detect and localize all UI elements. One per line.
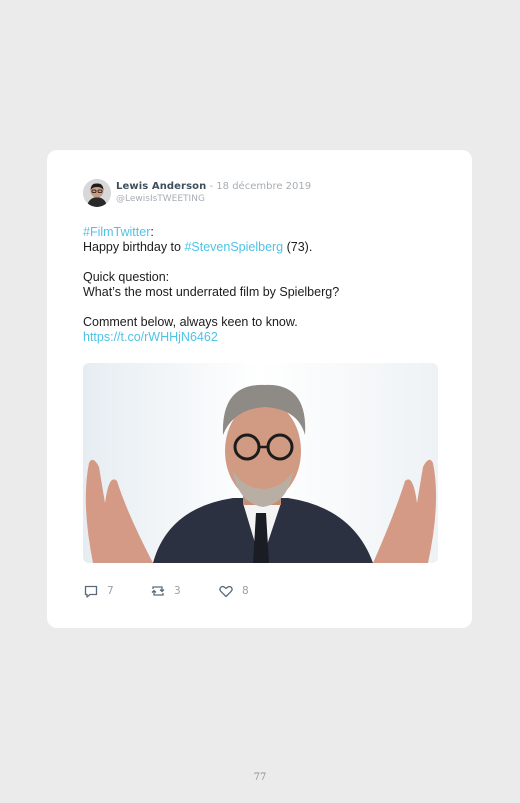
author-handle[interactable]: @LewisIsTWEETING [116, 193, 311, 206]
author-avatar[interactable] [83, 179, 111, 207]
birthday-text: Happy birthday to [83, 240, 185, 254]
comment-text: Comment below, always keen to know. [83, 315, 298, 329]
tweet-paragraph-3: Comment below, always keen to know. http… [83, 315, 443, 345]
retweet-button[interactable]: 3 [150, 583, 181, 599]
colon-text: : [150, 225, 154, 239]
like-button[interactable]: 8 [218, 583, 249, 599]
page-number: 77 [253, 772, 267, 783]
like-icon [219, 585, 233, 598]
reply-count: 7 [107, 585, 114, 597]
retweet-icon [151, 586, 165, 596]
tweet-body: #FilmTwitter: Happy birthday to #StevenS… [83, 225, 443, 360]
question-text: What’s the most underrated film by Spiel… [83, 285, 340, 299]
tweet-link[interactable]: https://t.co/rWHHjN6462 [83, 330, 218, 344]
tweet-media-image[interactable] [83, 363, 438, 563]
tweet-paragraph-1: #FilmTwitter: Happy birthday to #StevenS… [83, 225, 443, 255]
tweet-date[interactable]: 18 décembre 2019 [216, 181, 311, 192]
hashtag-filmtwitter[interactable]: #FilmTwitter [83, 225, 150, 239]
spielberg-photo [83, 363, 438, 563]
author-name[interactable]: Lewis Anderson [116, 181, 206, 192]
question-label: Quick question: [83, 270, 170, 284]
retweet-count: 3 [174, 585, 181, 597]
tweet-paragraph-2: Quick question: What’s the most underrat… [83, 270, 443, 300]
like-count: 8 [242, 585, 249, 597]
tweet-card: Lewis Anderson - 18 décembre 2019 @Lewis… [47, 150, 472, 628]
avatar-image [83, 179, 111, 207]
hashtag-stevenspielberg[interactable]: #StevenSpielberg [184, 240, 283, 254]
separator: - [206, 181, 217, 192]
name-line: Lewis Anderson - 18 décembre 2019 [116, 180, 311, 193]
tweet-header: Lewis Anderson - 18 décembre 2019 @Lewis… [116, 180, 311, 206]
reply-icon [84, 585, 98, 598]
age-text: (73). [283, 240, 313, 254]
reply-button[interactable]: 7 [83, 583, 114, 599]
